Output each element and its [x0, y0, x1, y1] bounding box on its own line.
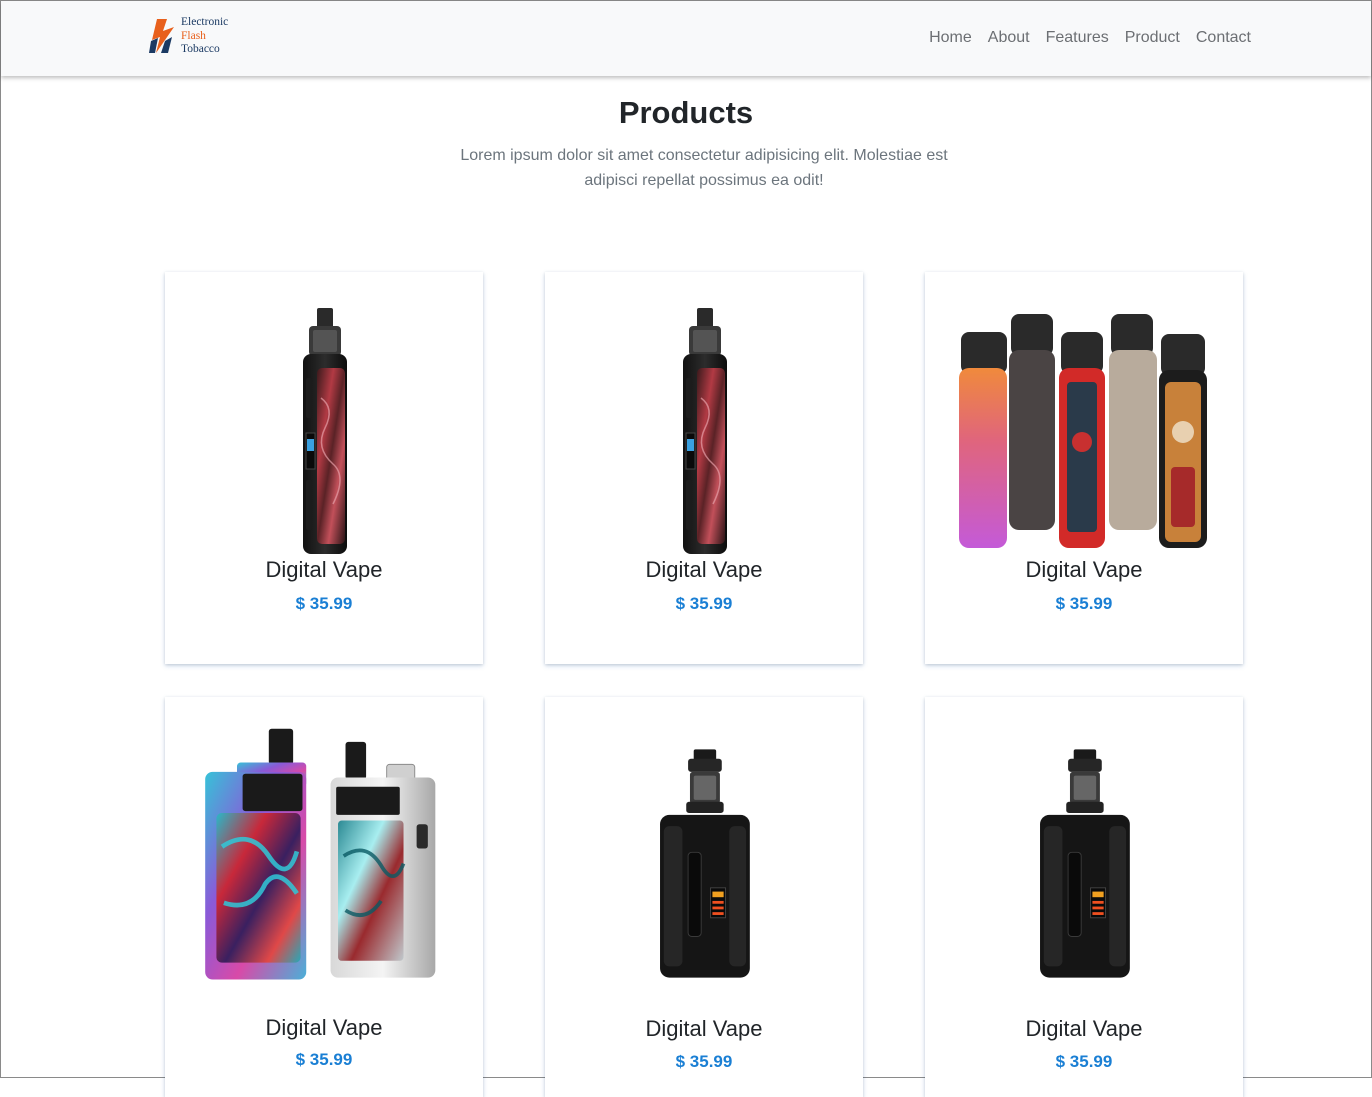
- product-card[interactable]: Digital Vape $ 35.99: [165, 272, 483, 664]
- vape-box-mod-image: [659, 748, 751, 979]
- vape-pod-mod-image: [682, 307, 728, 555]
- product-card[interactable]: Digital Vape $ 35.99: [925, 272, 1243, 664]
- product-price: $ 35.99: [295, 594, 353, 613]
- vape-pen-collection-image: [959, 314, 1207, 548]
- vape-pod-mod-image: [302, 307, 348, 555]
- brand-line-2: Flash: [181, 29, 206, 42]
- vape-box-mod-image: [1039, 748, 1131, 979]
- nav-contact-link[interactable]: Contact: [1196, 29, 1251, 47]
- brand-line-1: Electronic: [181, 16, 229, 28]
- nav-features-link[interactable]: Features: [1046, 29, 1109, 47]
- brand-name: Electronic Flash Tobacco: [181, 16, 228, 57]
- product-price: $ 35.99: [1055, 1052, 1113, 1071]
- product-name: Digital Vape: [265, 1015, 383, 1040]
- navbar: Electronic Flash Tobacco Home About Feat…: [1, 1, 1371, 76]
- product-price: $ 35.99: [675, 1052, 733, 1071]
- product-name: Digital Vape: [265, 557, 383, 582]
- lightning-logo-icon: [149, 19, 174, 53]
- nav-home-link[interactable]: Home: [929, 29, 972, 47]
- product-name: Digital Vape: [1025, 557, 1143, 582]
- brand-line-3: Tobacco: [181, 43, 220, 55]
- product-name: Digital Vape: [1025, 1016, 1143, 1041]
- product-price: $ 35.99: [1055, 594, 1113, 613]
- nav-about-link[interactable]: About: [988, 29, 1030, 47]
- section-subtitle: Lorem ipsum dolor sit amet consectetur a…: [460, 147, 948, 189]
- nav-menu: Home About Features Product Contact: [929, 29, 1251, 47]
- vape-resin-pod-pair-image: [205, 728, 436, 980]
- product-card[interactable]: Digital Vape $ 35.99: [165, 697, 483, 1097]
- nav-product-link[interactable]: Product: [1125, 29, 1180, 47]
- brand-logo[interactable]: Electronic Flash Tobacco: [148, 15, 238, 59]
- product-card[interactable]: Digital Vape $ 35.99: [545, 272, 863, 664]
- product-price: $ 35.99: [295, 1050, 353, 1069]
- section-title: Products: [618, 95, 754, 130]
- product-card[interactable]: Digital Vape $ 35.99: [545, 697, 863, 1097]
- product-name: Digital Vape: [645, 1016, 763, 1041]
- product-name: Digital Vape: [645, 557, 763, 582]
- product-card[interactable]: Digital Vape $ 35.99: [925, 697, 1243, 1097]
- product-price: $ 35.99: [675, 594, 733, 613]
